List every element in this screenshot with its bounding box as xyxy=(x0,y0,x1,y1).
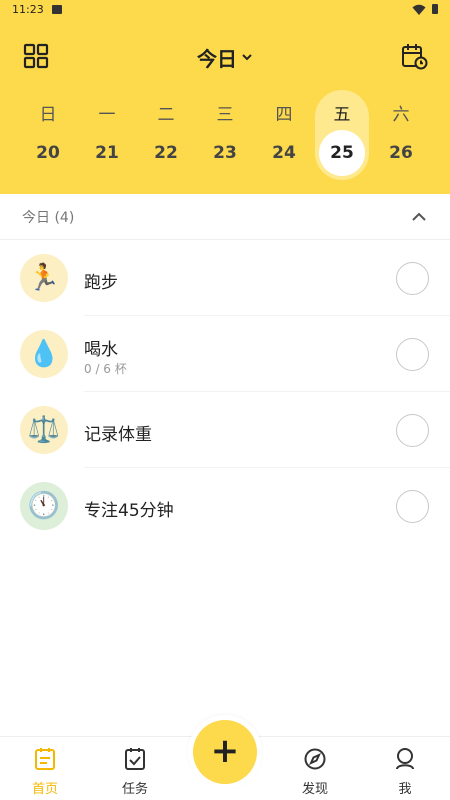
header-bar: 11:23 今日 日 20 一 21 二 22 三 23 四 24 五 25 六… xyxy=(0,0,450,194)
tab-label: 发现 xyxy=(301,782,328,797)
water-drop-icon: 💧 xyxy=(20,330,68,378)
date-label: 21 xyxy=(95,143,119,163)
task-name: 专注45分钟 xyxy=(84,501,174,521)
date-title-dropdown[interactable]: 今日 xyxy=(0,42,450,72)
task-check-circle[interactable] xyxy=(396,414,429,447)
wifi-icon xyxy=(412,4,426,15)
status-bar: 11:23 xyxy=(0,0,450,22)
section-label: 今日 (4) xyxy=(22,210,75,226)
add-task-button[interactable]: + xyxy=(193,720,257,784)
week-strip: 日 20 一 21 二 22 三 23 四 24 五 25 六 26 xyxy=(0,90,450,180)
task-check-circle[interactable] xyxy=(396,338,429,371)
task-name: 记录体重 xyxy=(84,425,152,445)
task-row[interactable]: 🏃 跑步 xyxy=(0,240,450,316)
tab-label: 首页 xyxy=(31,782,58,797)
status-time: 11:23 xyxy=(12,3,44,16)
date-label: 22 xyxy=(154,143,178,163)
date-label: 25 xyxy=(330,143,354,163)
task-row[interactable]: ⚖️ 记录体重 xyxy=(0,392,450,468)
date-label: 23 xyxy=(213,143,237,163)
day-mon[interactable]: 一 21 xyxy=(80,90,134,180)
task-row[interactable]: 💧 喝水 0 / 6 杯 xyxy=(0,316,450,392)
plus-icon: + xyxy=(210,730,240,771)
section-header-today[interactable]: 今日 (4) xyxy=(0,194,450,240)
clock-icon: 🕚 xyxy=(20,482,68,530)
home-notes-icon xyxy=(35,748,55,770)
date-label: 20 xyxy=(36,143,60,163)
day-thu[interactable]: 四 24 xyxy=(257,90,311,180)
day-tue[interactable]: 二 22 xyxy=(139,90,193,180)
profile-icon xyxy=(396,748,414,770)
weekday-label: 二 xyxy=(157,105,175,125)
running-icon: 🏃 xyxy=(20,254,68,302)
day-fri-selected[interactable]: 五 25 xyxy=(315,90,369,180)
weekday-label: 日 xyxy=(39,105,57,125)
task-check-icon xyxy=(125,748,145,770)
weekday-label: 三 xyxy=(216,105,234,125)
task-progress: 0 / 6 杯 xyxy=(84,362,127,376)
weekday-label: 五 xyxy=(333,105,351,125)
calendar-schedule-icon[interactable] xyxy=(400,42,428,70)
chevron-down-icon xyxy=(242,54,252,61)
task-check-circle[interactable] xyxy=(396,262,429,295)
scale-icon: ⚖️ xyxy=(20,406,68,454)
tab-label: 任务 xyxy=(121,782,148,797)
date-label: 26 xyxy=(389,143,413,163)
sim-icon xyxy=(52,5,62,14)
day-sat[interactable]: 六 26 xyxy=(374,90,428,180)
date-label: 24 xyxy=(272,143,296,163)
task-check-circle[interactable] xyxy=(396,490,429,523)
compass-icon xyxy=(304,748,326,770)
weekday-label: 六 xyxy=(392,105,410,125)
tab-discover[interactable]: 发现 xyxy=(270,737,360,800)
battery-icon xyxy=(432,4,438,14)
tab-me[interactable]: 我 xyxy=(360,737,450,800)
weekday-label: 一 xyxy=(98,105,116,125)
task-row[interactable]: 🕚 专注45分钟 xyxy=(0,468,450,544)
chevron-up-icon[interactable] xyxy=(410,208,428,226)
tab-tasks[interactable]: 任务 xyxy=(90,737,180,800)
tab-label: 我 xyxy=(398,782,412,797)
task-name: 跑步 xyxy=(84,273,118,293)
page-title: 今日 xyxy=(197,46,237,71)
day-sun[interactable]: 日 20 xyxy=(21,90,75,180)
weekday-label: 四 xyxy=(275,105,293,125)
tab-home[interactable]: 首页 xyxy=(0,737,90,800)
day-wed[interactable]: 三 23 xyxy=(198,90,252,180)
task-name: 喝水 xyxy=(84,340,118,360)
